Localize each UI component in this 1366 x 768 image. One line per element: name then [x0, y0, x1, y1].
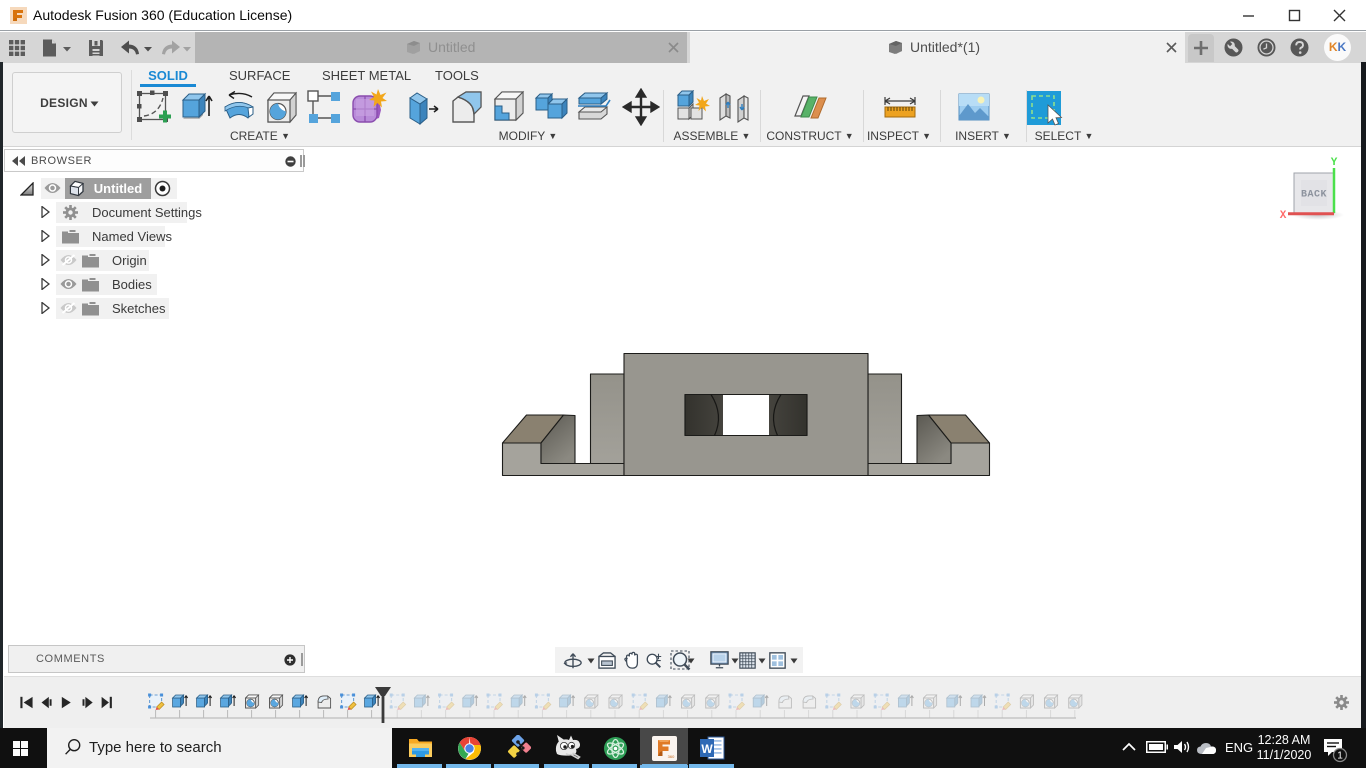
- svg-text:Y: Y: [1331, 157, 1338, 169]
- svg-text:BACK: BACK: [1301, 190, 1327, 201]
- svg-text:360: 360: [668, 754, 675, 759]
- svg-text:X: X: [1280, 210, 1287, 222]
- svg-text:1: 1: [1337, 751, 1343, 762]
- svg-text:W: W: [701, 742, 713, 756]
